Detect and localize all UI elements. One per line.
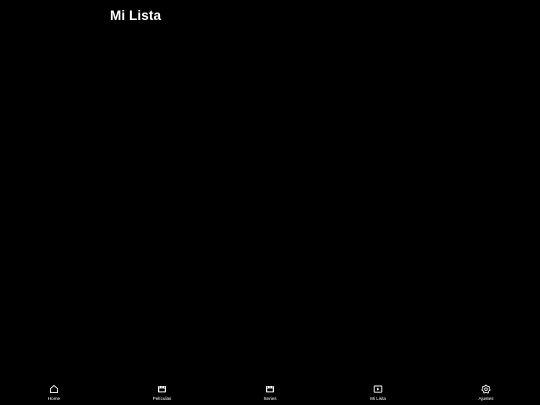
tab-label-series: Series	[263, 396, 277, 401]
tab-mi-lista[interactable]: Mi Lista	[324, 383, 432, 405]
bottom-tab-bar: Home Películas Series Mi Lista Ajustes	[0, 383, 540, 405]
home-icon	[49, 384, 59, 394]
app-screen: Mi Lista Home Películas Series Mi Lista …	[0, 0, 540, 405]
tab-home[interactable]: Home	[0, 383, 108, 405]
tv-series-icon	[265, 384, 275, 394]
tab-ajustes[interactable]: Ajustes	[432, 383, 540, 405]
tab-label-home: Home	[47, 396, 61, 401]
tab-label-ajustes: Ajustes	[478, 396, 494, 401]
gear-icon	[481, 384, 491, 394]
film-icon	[157, 384, 167, 394]
tab-label-peliculas: Películas	[152, 396, 172, 401]
tab-series[interactable]: Series	[216, 383, 324, 405]
play-list-icon	[373, 384, 383, 394]
tab-peliculas[interactable]: Películas	[108, 383, 216, 405]
page-title: Mi Lista	[110, 8, 162, 23]
tab-label-mi-lista: Mi Lista	[370, 396, 386, 401]
